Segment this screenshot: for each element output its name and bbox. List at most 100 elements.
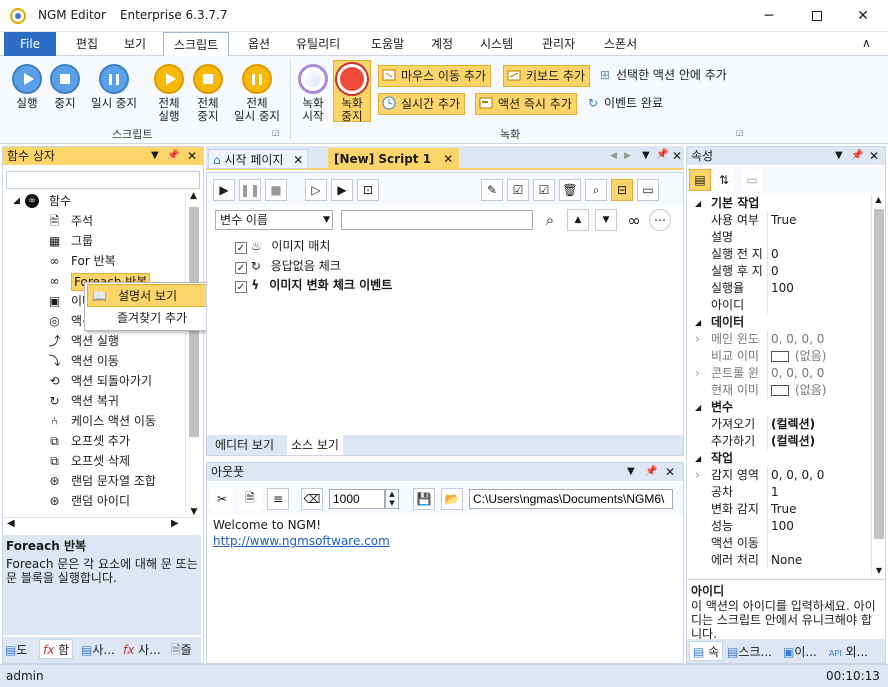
property-category[interactable]: ◢ 기본 작업: [687, 195, 877, 212]
tab-script-1[interactable]: [New] Script 1 ✕: [328, 148, 460, 170]
run-selected-icon[interactable]: ⊡: [357, 179, 379, 201]
scroll-right-icon[interactable]: ▶: [171, 518, 179, 529]
tree-view-icon[interactable]: ⊟: [611, 179, 633, 201]
pause-all-button[interactable]: 전체 일시 중지: [228, 64, 286, 123]
tree-item-comment[interactable]: 🗎 주석: [3, 211, 185, 231]
tab-view[interactable]: 보기: [114, 32, 156, 56]
property-row[interactable]: 현재 이미 (없음): [687, 382, 877, 399]
scroll-left-icon[interactable]: ◀: [7, 518, 15, 529]
tab-images[interactable]: ▣이...: [783, 642, 817, 662]
scroll-up-icon[interactable]: ▲: [186, 191, 201, 201]
script-line[interactable]: ✓ ↻ 응답없음 체크: [235, 257, 341, 275]
tree-item-action-move[interactable]: ⤵ 액션 이동: [3, 351, 185, 371]
tab-file[interactable]: File: [4, 32, 56, 56]
delete-icon[interactable]: 🗑: [559, 179, 581, 201]
panel-menu-icon[interactable]: ▼: [151, 147, 159, 165]
property-value[interactable]: 0: [771, 246, 779, 263]
tree-item-for-loop[interactable]: ∞ For 반복: [3, 251, 185, 271]
event-done-button[interactable]: ↻ 이벤트 완료: [588, 93, 663, 115]
context-item-view-manual[interactable]: 📖 설명서 보기: [87, 284, 223, 307]
path-input[interactable]: [469, 489, 673, 509]
loop-icon[interactable]: ∞: [623, 209, 645, 231]
scroll-down-icon[interactable]: ▼: [872, 566, 886, 575]
script-line[interactable]: ✓ ♨ 이미지 매치: [235, 237, 330, 255]
panel-close-icon[interactable]: ✕: [187, 147, 197, 165]
stop-all-button[interactable]: 전체 중지: [190, 64, 226, 123]
property-row[interactable]: 에러 처리 None: [687, 552, 877, 569]
function-search-input[interactable]: [6, 171, 200, 189]
step-icon[interactable]: ▷: [305, 179, 327, 201]
clean-icon[interactable]: ✂: [211, 488, 233, 510]
property-row[interactable]: 아이디: [687, 297, 877, 314]
add-realtime-button[interactable]: 실시간 추가: [378, 93, 466, 115]
tab-admin[interactable]: 관리자: [532, 32, 585, 56]
pin-icon[interactable]: 📌: [851, 147, 863, 165]
tab-list-icon[interactable]: ▼: [642, 150, 650, 161]
tree-item-action-run[interactable]: ⤴ 액션 실행: [3, 331, 185, 351]
function-tree-scrollbar[interactable]: ▲ ▼: [185, 191, 201, 517]
pause-button[interactable]: 일시 중지: [84, 64, 144, 110]
property-row[interactable]: 실행율 100: [687, 280, 877, 297]
move-down-icon[interactable]: ▼: [595, 209, 617, 231]
tab-properties[interactable]: ▤ 속: [689, 641, 724, 661]
categorized-icon[interactable]: ▤: [689, 169, 711, 191]
tree-item-offset-delete[interactable]: ⧉ 오프셋 삭제: [3, 451, 185, 471]
tab-scroll-left-icon[interactable]: ◀: [610, 151, 617, 161]
panel-menu-icon[interactable]: ▼: [835, 147, 843, 165]
save-icon[interactable]: 💾: [413, 488, 435, 510]
property-row[interactable]: 설명: [687, 229, 877, 246]
document-search-icon[interactable]: 🗎: [239, 488, 261, 510]
find-icon[interactable]: ⌕: [585, 179, 607, 201]
eraser-icon[interactable]: ⌫: [301, 488, 323, 510]
expand-arrow-icon[interactable]: ›: [695, 331, 700, 348]
property-value[interactable]: True: [771, 501, 797, 518]
more-icon[interactable]: ⋯: [649, 209, 671, 231]
tab-account[interactable]: 계정: [421, 32, 463, 56]
stop-button[interactable]: 중지: [48, 64, 82, 110]
run-all-button[interactable]: 전체 실행: [150, 64, 188, 123]
property-row[interactable]: 성능 100: [687, 518, 877, 535]
record-start-button[interactable]: 녹화 시작: [296, 64, 330, 123]
property-category[interactable]: ◢ 데이터: [687, 314, 877, 331]
search-icon[interactable]: ⌕: [539, 209, 561, 231]
tab-scroll-right-icon[interactable]: ▶: [624, 151, 631, 161]
list-icon[interactable]: ≡: [267, 488, 289, 510]
panel-menu-icon[interactable]: ▼: [627, 463, 635, 481]
run-block-icon[interactable]: ▶︎: [331, 179, 353, 201]
tab-utility[interactable]: 유틸리티: [286, 32, 350, 56]
property-value[interactable]: 0: [771, 263, 779, 280]
tab-system[interactable]: 시스템: [470, 32, 523, 56]
collapse-arrow-icon[interactable]: ◢: [695, 450, 701, 467]
property-value[interactable]: 0, 0, 0, 0: [771, 365, 824, 382]
tree-root[interactable]: ◢ ∞ 함수: [3, 191, 185, 211]
property-value[interactable]: (없음): [795, 382, 826, 399]
property-value[interactable]: (컬렉션): [771, 416, 815, 433]
property-row[interactable]: › 감지 영역 0, 0, 0, 0: [687, 467, 877, 484]
property-value[interactable]: 100: [771, 280, 794, 297]
function-tree-hscrollbar[interactable]: ◀ ▶: [3, 517, 201, 533]
properties-scrollbar[interactable]: ▲ ▼: [871, 195, 885, 575]
property-row[interactable]: › 메인 윈도 0, 0, 0, 0: [687, 331, 877, 348]
tab-user-2[interactable]: fx 사...: [123, 640, 161, 660]
property-value[interactable]: 0, 0, 0, 0: [771, 467, 824, 484]
monitor-icon[interactable]: ▭: [637, 179, 659, 201]
pin-icon[interactable]: 📌: [656, 149, 668, 160]
add-mouse-move-button[interactable]: 마우스 이동 추가: [378, 65, 491, 87]
property-value[interactable]: None: [771, 552, 802, 569]
collapse-arrow-icon[interactable]: ◢: [13, 191, 20, 211]
tab-options[interactable]: 옵션: [238, 32, 280, 56]
property-row[interactable]: 사용 여부 True: [687, 212, 877, 229]
tab-toolbox[interactable]: ▤도: [5, 640, 27, 660]
tree-item-action-return[interactable]: ↻ 액션 복귀: [3, 391, 185, 411]
run-button[interactable]: 실행: [8, 64, 46, 110]
scroll-thumb[interactable]: [874, 209, 884, 539]
tab-help[interactable]: 도움말: [361, 32, 414, 56]
property-value[interactable]: 0, 0, 0, 0: [771, 331, 824, 348]
line-limit-spinner[interactable]: ▲ ▼: [385, 489, 399, 509]
minimize-button[interactable]: ─: [746, 0, 792, 32]
move-up-icon[interactable]: ▲: [567, 209, 589, 231]
pin-icon[interactable]: 📌: [645, 463, 657, 481]
tab-script-list[interactable]: ▤스크...: [727, 642, 772, 662]
expand-arrow-icon[interactable]: ›: [695, 467, 700, 484]
tree-item-case-action[interactable]: ⑃ 케이스 액션 이동: [3, 411, 185, 431]
